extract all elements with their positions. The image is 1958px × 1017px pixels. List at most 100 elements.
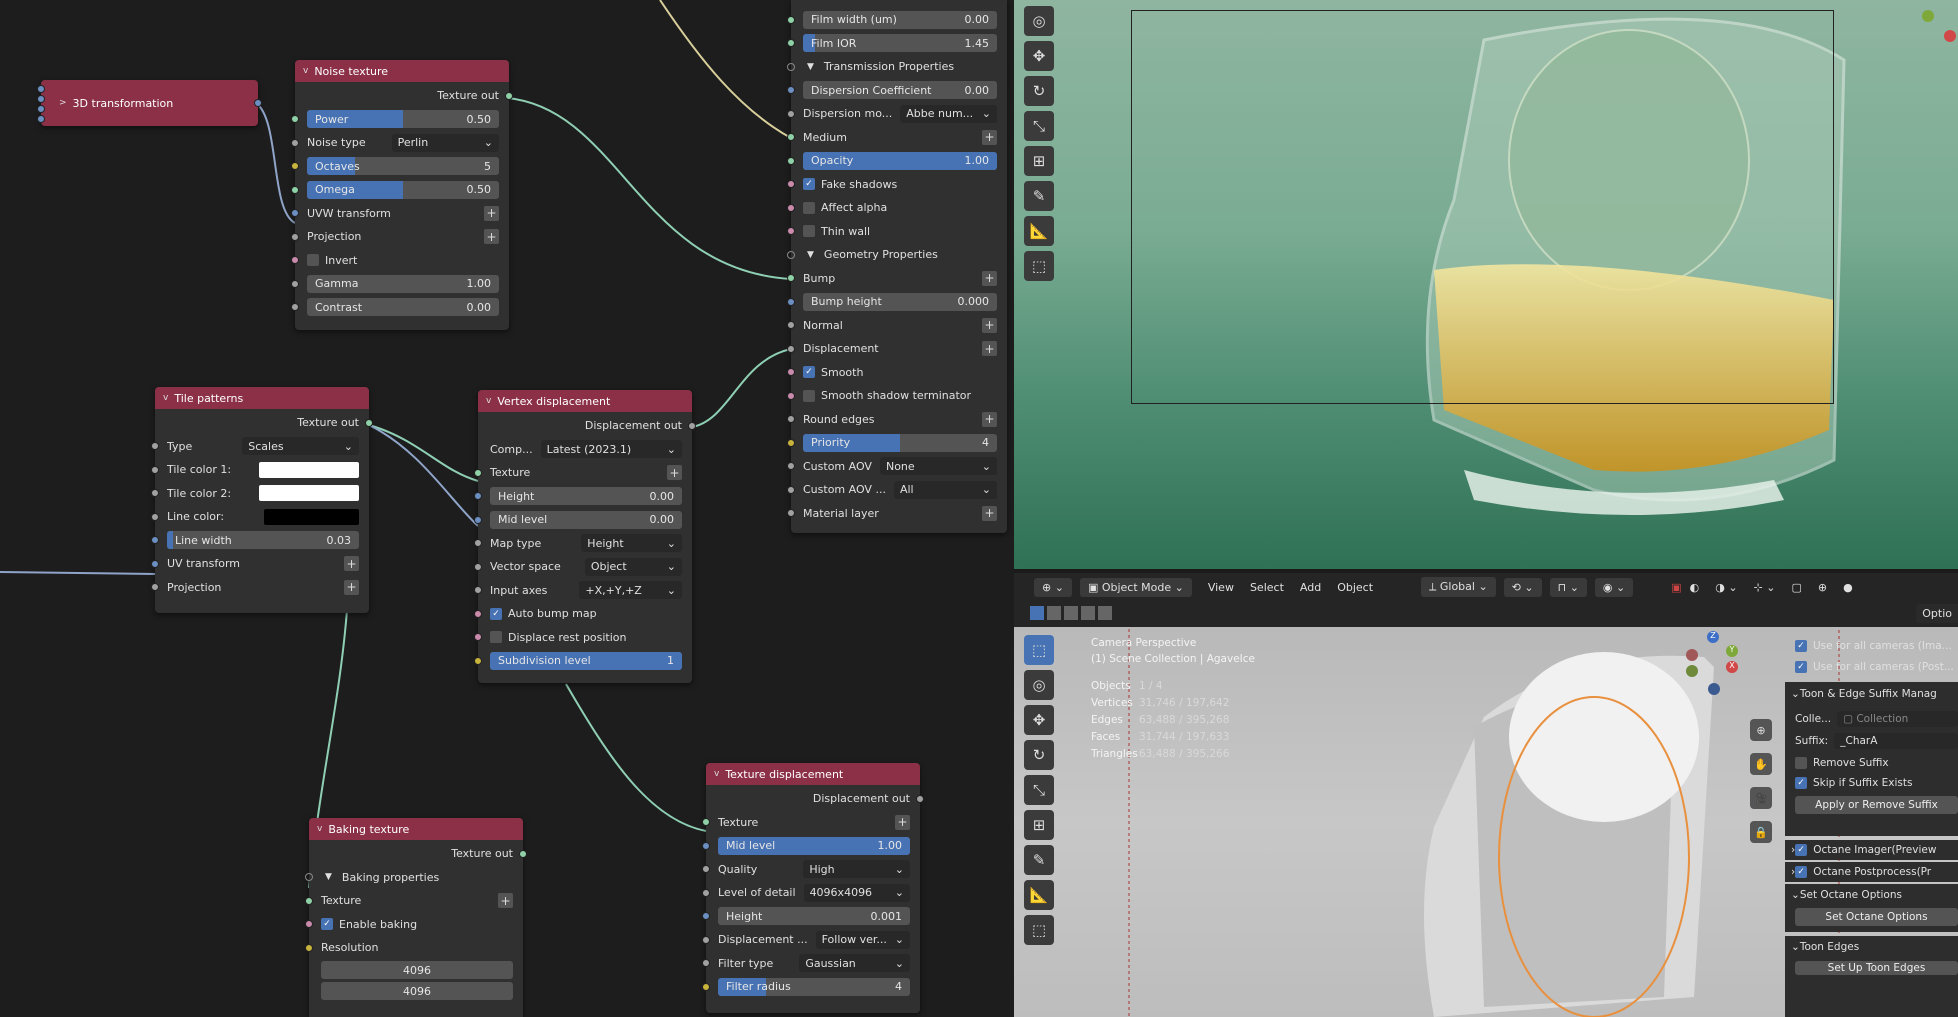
select-extend-icon[interactable]	[1047, 606, 1061, 620]
socket[interactable]	[787, 509, 795, 518]
chevron-right-icon[interactable]: >	[59, 98, 67, 108]
pan-hand-icon[interactable]: ✋	[1750, 753, 1772, 775]
use-all-cameras-imager[interactable]: ✓ Use for all cameras (Ima...	[1785, 640, 1958, 652]
toon-edges-header[interactable]: ⌄ Toon Edges	[1785, 939, 1958, 955]
render-icon[interactable]: ▣	[1671, 581, 1681, 594]
move-icon[interactable]: ✥	[1024, 705, 1054, 735]
octaves-field[interactable]: Octaves 5	[307, 157, 499, 176]
input-axes-dropdown[interactable]: +X,+Y,+Z ⌄	[579, 581, 682, 600]
socket[interactable]	[474, 609, 482, 618]
socket[interactable]	[702, 959, 710, 968]
node-tile-patterns[interactable]: v Tile patterns Texture out Type Scales ⌄ T…	[151, 387, 373, 613]
socket[interactable]	[787, 438, 795, 447]
chevron-down-icon[interactable]: v	[714, 769, 719, 779]
socket[interactable]	[702, 841, 710, 850]
select-subtract-icon[interactable]	[1064, 606, 1078, 620]
gamma-field[interactable]: Gamma 1.00	[307, 274, 499, 293]
snap-icon[interactable]: ⊓ ⌄	[1549, 577, 1587, 597]
triangle-down-icon[interactable]: ▼	[807, 250, 814, 260]
plus-icon[interactable]: +	[982, 411, 997, 427]
socket[interactable]	[787, 39, 795, 48]
vector-space-dropdown[interactable]: Object ⌄	[584, 557, 682, 576]
neg-y-axis-icon[interactable]	[1686, 665, 1698, 677]
film-width-field[interactable]: Film width (um) 0.00	[803, 10, 997, 29]
render-viewport[interactable]: ◎ ✥ ↻ ⤡ ⊞ ✎ 📐 ⬚	[1014, 0, 1958, 569]
socket[interactable]	[787, 156, 795, 165]
menu-object[interactable]: Object	[1337, 581, 1373, 594]
set-octane-options-button[interactable]: Set Octane Options	[1795, 908, 1958, 926]
orientation-dropdown[interactable]: ⟂ Global ⌄	[1421, 577, 1496, 597]
menu-view[interactable]: View	[1208, 581, 1234, 594]
socket[interactable]	[787, 415, 795, 424]
socket[interactable]	[787, 133, 795, 142]
socket[interactable]	[787, 15, 795, 24]
enable-baking-checkbox[interactable]: ✓	[321, 918, 333, 931]
filter-type-dropdown[interactable]: Gaussian ⌄	[799, 954, 910, 973]
affect-alpha-checkbox[interactable]	[803, 201, 815, 214]
add-cube-icon[interactable]: ⬚	[1024, 915, 1054, 945]
apply-remove-suffix-button[interactable]: Apply or Remove Suffix	[1795, 796, 1958, 814]
plus-icon[interactable]: +	[982, 317, 997, 333]
plus-icon[interactable]: +	[895, 814, 910, 830]
socket[interactable]	[787, 297, 795, 306]
remove-suffix-row[interactable]: Remove Suffix	[1785, 754, 1958, 772]
socket[interactable]	[474, 562, 482, 571]
socket[interactable]	[787, 368, 795, 377]
socket[interactable]	[151, 583, 159, 592]
contrast-field[interactable]: Contrast 0.00	[307, 298, 499, 317]
select-intersect-icon[interactable]	[1098, 606, 1112, 620]
skip-suffix-row[interactable]: ✓ Skip if Suffix Exists	[1785, 774, 1958, 792]
mid-level-field[interactable]: Mid level 1.00	[718, 836, 910, 855]
rotate-icon[interactable]: ↻	[1024, 76, 1054, 106]
solid-shading-icon[interactable]: ●	[1843, 581, 1853, 594]
socket[interactable]	[474, 633, 482, 642]
opacity-field[interactable]: Opacity 1.00	[803, 151, 997, 170]
chevron-down-icon[interactable]: v	[317, 824, 322, 834]
viewport-shading-icon[interactable]: ◐	[1690, 581, 1700, 594]
thin-wall-checkbox[interactable]	[803, 225, 815, 238]
plus-icon[interactable]: +	[982, 341, 997, 357]
height-field[interactable]: Height 0.001	[718, 907, 910, 926]
checkbox[interactable]: ✓	[1795, 844, 1808, 856]
socket[interactable]	[702, 982, 710, 991]
socket[interactable]	[37, 115, 45, 123]
socket[interactable]	[702, 865, 710, 874]
node-3d-transformation[interactable]: > 3D transformation	[37, 80, 262, 126]
move-icon[interactable]: ✥	[1024, 41, 1054, 71]
socket[interactable]	[291, 209, 299, 218]
node-noise-texture[interactable]: v Noise texture Texture out Power 0.50 Noi…	[291, 60, 513, 330]
socket[interactable]	[787, 250, 795, 259]
triangle-down-icon[interactable]: ▼	[807, 62, 814, 72]
node-material[interactable]: Film width (um) 0.00 Film IOR 1.45 ▼ Transm…	[787, 0, 1007, 533]
suffix-manager-header[interactable]: ⌄ Toon & Edge Suffix Manag	[1785, 686, 1958, 702]
z-axis-icon[interactable]: Z	[1707, 631, 1719, 643]
mode-dropdown[interactable]: ▣ Object Mode ⌄	[1079, 577, 1192, 597]
checkbox[interactable]	[1795, 757, 1807, 769]
power-field[interactable]: Power 0.50	[307, 110, 499, 129]
fake-shadows-checkbox[interactable]: ✓	[803, 178, 815, 191]
add-cube-icon[interactable]: ⬚	[1024, 251, 1054, 281]
socket[interactable]	[291, 232, 299, 241]
output-socket[interactable]	[916, 794, 924, 803]
socket[interactable]	[787, 109, 795, 118]
socket[interactable]	[787, 62, 795, 71]
lock-icon[interactable]: 🔒	[1750, 821, 1772, 843]
socket[interactable]	[151, 465, 159, 474]
output-socket[interactable]	[254, 99, 262, 107]
node-baking-texture[interactable]: v Baking texture Texture out ▼ Baking prop…	[305, 818, 527, 1017]
editor-type-icon[interactable]: ⊕ ⌄	[1034, 577, 1072, 597]
select-box-icon[interactable]: ⬚	[1024, 635, 1054, 665]
select-box-icon[interactable]	[1030, 606, 1044, 620]
output-socket[interactable]	[519, 849, 527, 858]
proportional-edit-icon[interactable]: ◉ ⌄	[1594, 577, 1634, 597]
noise-type-dropdown[interactable]: Perlin ⌄	[391, 133, 499, 152]
line-width-field[interactable]: Line width 0.03	[167, 531, 359, 550]
socket[interactable]	[291, 185, 299, 194]
select-invert-icon[interactable]	[1081, 606, 1095, 620]
measure-icon[interactable]: 📐	[1024, 880, 1054, 910]
chevron-down-icon[interactable]: v	[486, 396, 491, 406]
chevron-down-icon[interactable]: v	[163, 393, 168, 403]
dispersion-mode-dropdown[interactable]: Abbe num... ⌄	[900, 104, 997, 123]
resolution-y-field[interactable]: 4096	[321, 982, 513, 1000]
socket[interactable]	[305, 873, 313, 882]
